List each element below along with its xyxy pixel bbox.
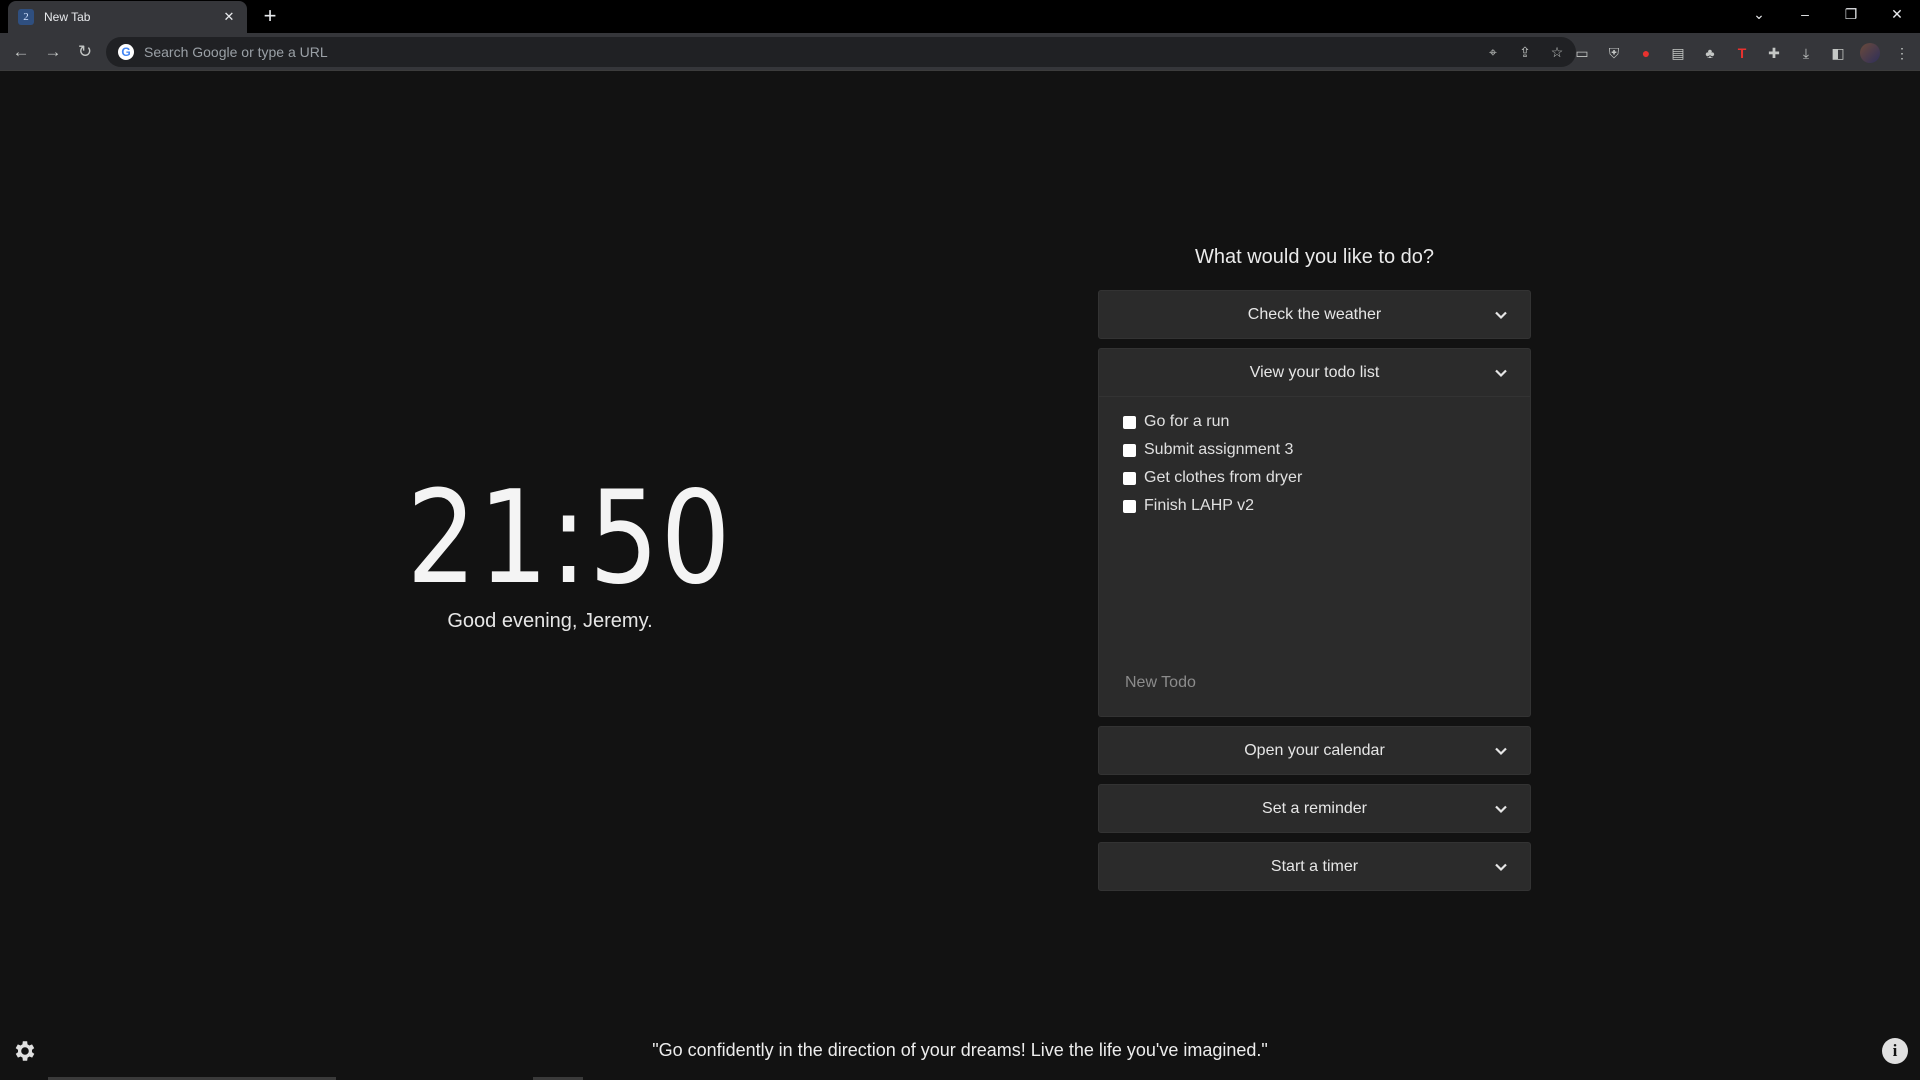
location-icon[interactable]: ⌖ <box>1480 39 1506 65</box>
todo-checkbox[interactable] <box>1123 499 1136 513</box>
share-icon[interactable]: ⇪ <box>1512 39 1538 65</box>
menu-icon[interactable]: ⋮ <box>1886 40 1918 66</box>
tab-title: New Tab <box>44 10 91 24</box>
minimize-button[interactable]: – <box>1782 0 1828 28</box>
reload-icon[interactable]: ↻ <box>72 39 98 65</box>
address-bar[interactable]: G Search Google or type a URL ⌖ ⇪ ☆ <box>106 37 1576 67</box>
inspirational-quote: "Go confidently in the direction of your… <box>652 1040 1268 1060</box>
todo-item[interactable]: Submit assignment 3 <box>1123 441 1293 459</box>
todo-item-text: Go for a run <box>1144 413 1230 430</box>
extension-leaf-icon[interactable]: ♣ <box>1694 40 1726 66</box>
profile-avatar[interactable] <box>1854 40 1886 66</box>
clock: 21:50 <box>380 462 731 614</box>
tab-close-icon[interactable]: ✕ <box>221 9 237 25</box>
back-arrow-icon[interactable]: ← <box>8 39 34 65</box>
clock-time: 21:50 <box>406 464 733 613</box>
todo-checkbox[interactable] <box>1123 471 1136 485</box>
todo-item[interactable]: Get clothes from dryer <box>1123 469 1302 487</box>
todo-checkbox[interactable] <box>1123 443 1136 457</box>
tab-search-icon[interactable]: ⌄ <box>1736 0 1782 28</box>
new-tab-button[interactable]: + <box>258 4 282 28</box>
extensions-bar: ▭ ⛨ ● ▤ ♣ T ✚ ⤓ ◧ ⋮ <box>1566 40 1918 66</box>
todo-accordion-label: View your todo list <box>1249 363 1380 381</box>
timer-accordion-label: Start a timer <box>1270 857 1359 875</box>
extension-reader-icon[interactable]: ▭ <box>1566 40 1598 66</box>
calendar-accordion[interactable]: Open your calendar <box>1098 726 1531 775</box>
chevron-down-icon <box>1495 311 1507 320</box>
reminder-accordion-label: Set a reminder <box>1262 799 1367 817</box>
greeting: Good evening, Jeremy. <box>447 610 653 632</box>
extension-screen-icon[interactable]: ▤ <box>1662 40 1694 66</box>
tab-strip: 2 New Tab ✕ + ⌄ – ❐ ✕ <box>0 0 1920 33</box>
chevron-down-icon <box>1495 805 1507 814</box>
todo-item-text: Submit assignment 3 <box>1144 441 1294 458</box>
todo-item[interactable]: Finish LAHP v2 <box>1123 497 1254 515</box>
timer-accordion[interactable]: Start a timer <box>1098 842 1531 891</box>
todo-accordion[interactable]: View your todo list <box>1098 348 1531 397</box>
extension-tp-icon[interactable]: T <box>1726 40 1758 66</box>
download-icon[interactable]: ⤓ <box>1790 40 1822 66</box>
todo-item[interactable]: Go for a run <box>1123 413 1229 431</box>
weather-accordion-label: Check the weather <box>1247 305 1382 323</box>
forward-arrow-icon[interactable]: → <box>40 39 66 65</box>
close-window-button[interactable]: ✕ <box>1874 0 1920 28</box>
extension-red-icon[interactable]: ● <box>1630 40 1662 66</box>
todo-item-text: Finish LAHP v2 <box>1144 497 1254 514</box>
new-todo-input[interactable] <box>1113 667 1518 699</box>
side-panel-icon[interactable]: ◧ <box>1822 40 1854 66</box>
todo-item-text: Get clothes from dryer <box>1144 469 1303 486</box>
tab-favicon-icon: 2 <box>18 9 34 25</box>
browser-toolbar: ← → ↻ G Search Google or type a URL ⌖ ⇪ … <box>0 33 1920 71</box>
settings-gear-icon[interactable] <box>12 1038 38 1064</box>
panel-heading: What would you like to do? <box>1194 246 1435 268</box>
chevron-down-icon <box>1495 863 1507 872</box>
restore-button[interactable]: ❐ <box>1828 0 1874 28</box>
weather-accordion[interactable]: Check the weather <box>1098 290 1531 339</box>
google-icon: G <box>118 44 134 60</box>
extensions-icon[interactable]: ✚ <box>1758 40 1790 66</box>
chevron-down-icon <box>1495 369 1507 378</box>
reminder-accordion[interactable]: Set a reminder <box>1098 784 1531 833</box>
info-icon[interactable]: i <box>1882 1038 1908 1064</box>
calendar-accordion-label: Open your calendar <box>1244 741 1385 759</box>
todo-checkbox[interactable] <box>1123 415 1136 429</box>
extension-shield-icon[interactable]: ⛨ <box>1598 40 1630 66</box>
tab-new-tab[interactable]: 2 New Tab ✕ <box>8 1 247 33</box>
todo-list: Go for a run Submit assignment 3 Get clo… <box>1098 397 1531 717</box>
chevron-down-icon <box>1495 747 1507 756</box>
address-placeholder[interactable]: Search Google or type a URL <box>144 44 1480 60</box>
